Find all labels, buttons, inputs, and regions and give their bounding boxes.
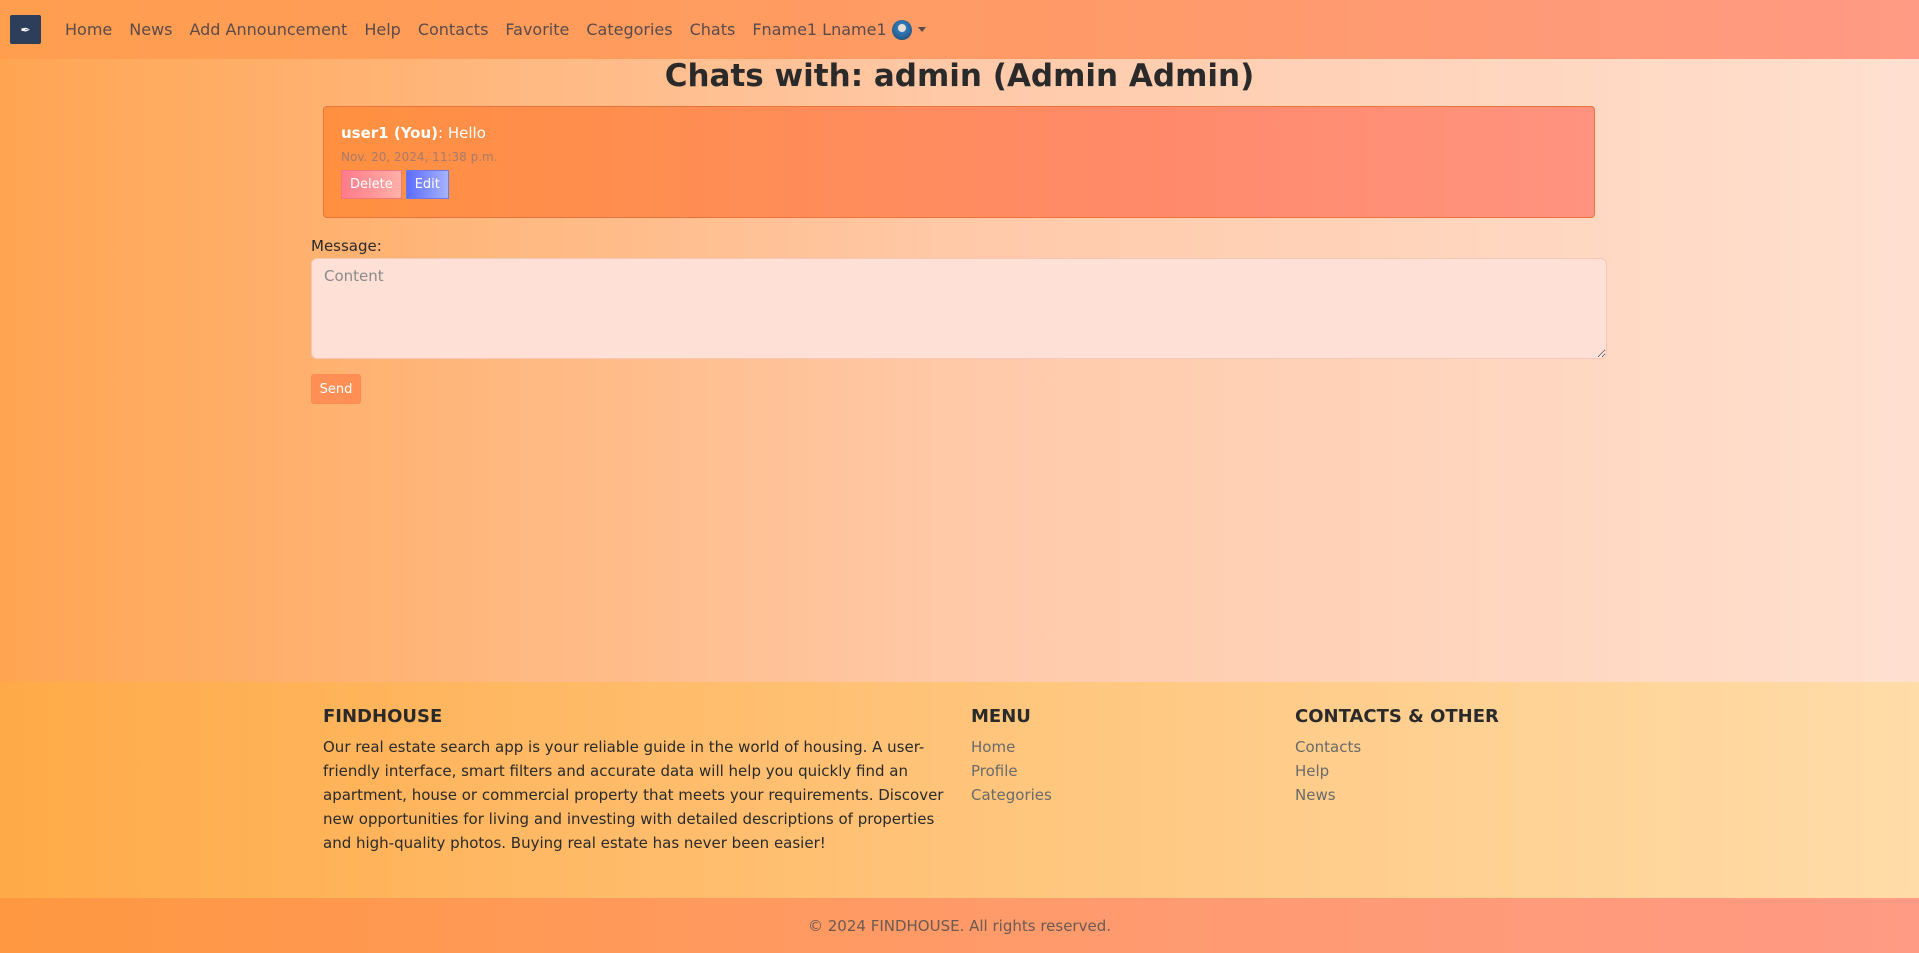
nav-favorite[interactable]: Favorite: [505, 20, 569, 39]
footer-menu-heading: MENU: [971, 706, 1031, 727]
feather-logo-icon: ✒: [20, 22, 31, 37]
edit-message-button[interactable]: Edit: [405, 170, 449, 199]
brand-logo[interactable]: ✒: [10, 15, 41, 44]
footer-about-heading: FINDHOUSE: [323, 706, 443, 727]
avatar: [891, 19, 912, 40]
nav-chats[interactable]: Chats: [690, 20, 736, 39]
message-timestamp: Nov. 20, 2024, 11:38 p.m.: [341, 150, 498, 164]
nav-news[interactable]: News: [129, 20, 172, 39]
footer-link-categories[interactable]: Categories: [971, 783, 1052, 807]
footer-link-home[interactable]: Home: [971, 735, 1052, 759]
footer-link-profile[interactable]: Profile: [971, 759, 1052, 783]
message-text: : Hello: [438, 124, 486, 142]
footer-link-contacts[interactable]: Contacts: [1295, 735, 1499, 759]
footer-contacts: CONTACTS & OTHER Contacts Help News: [1295, 706, 1499, 807]
page-title: Chats with: admin (Admin Admin): [664, 58, 1255, 94]
send-button[interactable]: Send: [311, 374, 361, 404]
footer-about-text: Our real estate search app is your relia…: [323, 738, 944, 852]
footer-contacts-heading: CONTACTS & OTHER: [1295, 706, 1499, 727]
nav-home[interactable]: Home: [65, 20, 112, 39]
chat-message: user1 (You): Hello Nov. 20, 2024, 11:38 …: [323, 106, 1595, 218]
navbar: ✒ Home News Add Announcement Help Contac…: [0, 0, 1919, 59]
footer-menu: MENU Home Profile Categories: [971, 706, 1052, 807]
nav-categories[interactable]: Categories: [586, 20, 672, 39]
message-author: user1 (You): [341, 124, 439, 142]
nav-add-announcement[interactable]: Add Announcement: [189, 20, 347, 39]
message-label: Message:: [311, 237, 382, 255]
delete-message-button[interactable]: Delete: [341, 170, 402, 199]
footer-link-help[interactable]: Help: [1295, 759, 1499, 783]
user-menu-dropdown[interactable]: Fname1 Lname1: [752, 19, 926, 40]
nav-contacts[interactable]: Contacts: [418, 20, 489, 39]
user-name: Fname1 Lname1: [752, 20, 887, 39]
footer-about: FINDHOUSE Our real estate search app is …: [323, 706, 953, 855]
nav-help[interactable]: Help: [364, 20, 400, 39]
copyright-bar: © 2024 FINDHOUSE. All rights reserved.: [0, 898, 1919, 953]
footer: FINDHOUSE Our real estate search app is …: [0, 682, 1919, 898]
copyright-text: © 2024 FINDHOUSE. All rights reserved.: [808, 916, 1111, 935]
message-actions: Delete Edit: [341, 170, 1577, 199]
message-line: user1 (You): Hello: [341, 124, 1577, 142]
chevron-down-icon: [917, 27, 926, 32]
message-input[interactable]: [311, 258, 1607, 359]
footer-link-news[interactable]: News: [1295, 783, 1499, 807]
